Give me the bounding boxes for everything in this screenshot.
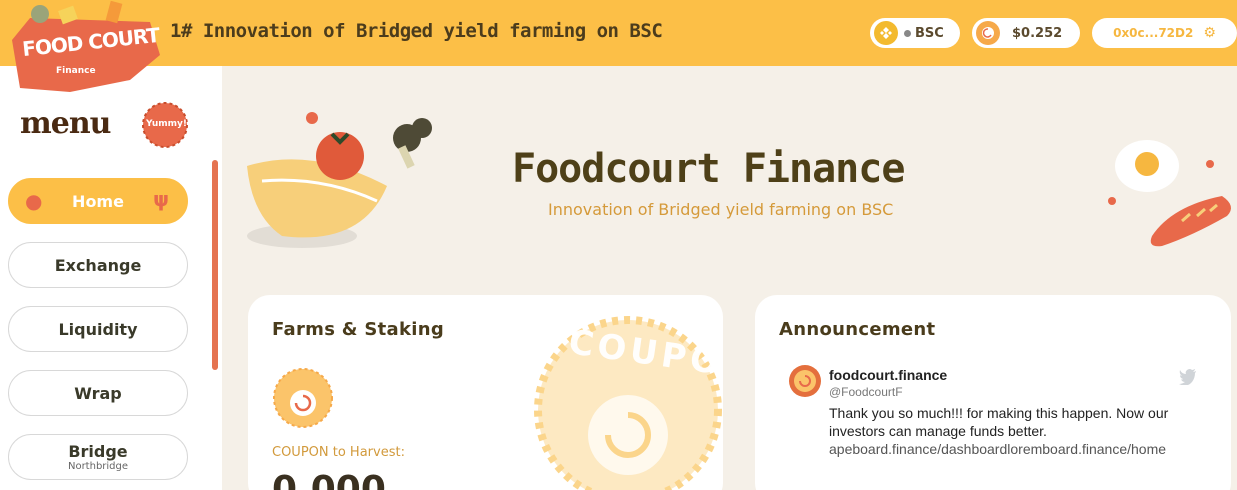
gear-icon[interactable]: ⚙	[1203, 25, 1216, 41]
egg-bread-illustration	[1108, 140, 1231, 247]
nav-bridge[interactable]: Bridge Northbridge	[8, 434, 188, 480]
harvest-label: COUPON to Harvest:	[272, 445, 405, 460]
bowl-illustration	[247, 112, 432, 248]
wallet-button[interactable]: 0x0c...72D2 ⚙	[1092, 18, 1237, 48]
nav-bridge-label: Bridge	[68, 442, 128, 461]
announcement-title: Announcement	[779, 319, 936, 340]
nav-liquidity-label: Liquidity	[58, 319, 138, 339]
tweet-author-name[interactable]: foodcourt.finance	[829, 367, 947, 383]
tweet-text: Thank you so much!!! for making this hap…	[829, 405, 1169, 439]
nav-wrap[interactable]: Wrap	[8, 370, 188, 416]
coupon-token-icon	[272, 367, 334, 429]
sidebar: menu Yummy! ● Home ψ Exchange Liquidity …	[0, 66, 222, 490]
network-status-dot	[904, 29, 911, 37]
farms-card: COUPON Farms & Staking COUPON to Harvest…	[248, 295, 723, 490]
nav-liquidity[interactable]: Liquidity	[8, 306, 188, 352]
network-selector[interactable]: BSC	[870, 18, 960, 48]
bsc-coin-icon	[874, 21, 898, 45]
token-price[interactable]: $0.252	[972, 18, 1080, 48]
fork-icon: ψ	[153, 187, 169, 211]
nav-exchange[interactable]: Exchange	[8, 242, 188, 288]
nav-exchange-label: Exchange	[54, 255, 142, 275]
tweet-link[interactable]: apeboard.finance/dashboardloremboard.fin…	[829, 441, 1166, 457]
logo-subtext: Finance	[56, 66, 96, 76]
harvest-value: 0.000	[272, 469, 386, 490]
hero-title: Foodcourt Finance	[512, 146, 905, 192]
wallet-address: 0x0c...72D2	[1113, 26, 1194, 40]
twitter-icon[interactable]	[1179, 369, 1197, 386]
network-label: BSC	[915, 25, 944, 41]
nav-wrap-label: Wrap	[74, 383, 122, 403]
tweet-avatar[interactable]	[789, 365, 821, 397]
nav-home[interactable]: ● Home ψ	[8, 178, 188, 224]
header-tagline: 1# Innovation of Bridged yield farming o…	[170, 20, 663, 42]
spoon-icon: ●	[25, 189, 43, 213]
tweet-author-handle[interactable]: @FoodcourtF	[829, 385, 903, 399]
coupon-token-icon	[976, 21, 1000, 45]
announcement-card: Announcement foodcourt.finance @Foodcour…	[755, 295, 1231, 490]
foodcourt-logo[interactable]: FOOD COURT Finance	[0, 0, 165, 120]
yummy-text: Yummy!	[146, 119, 187, 129]
hero-subtitle: Innovation of Bridged yield farming on B…	[548, 200, 894, 219]
farms-title: Farms & Staking	[272, 319, 445, 340]
nav-home-label: Home	[72, 191, 124, 211]
price-value: $0.252	[1012, 25, 1063, 41]
nav-bridge-sublabel: Northbridge	[67, 461, 129, 472]
main-content: Foodcourt Finance Innovation of Bridged …	[222, 66, 1237, 490]
sidebar-scrollbar-thumb[interactable]	[212, 160, 218, 370]
